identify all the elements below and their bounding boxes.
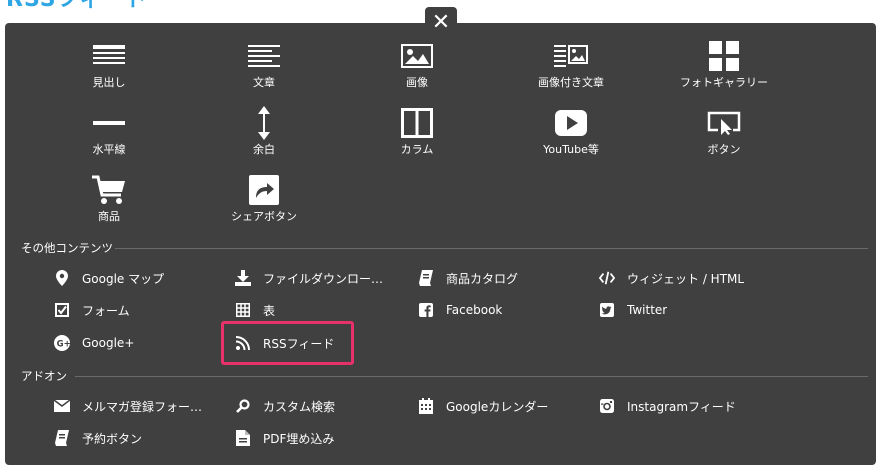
grid-item-label: YouTube等 xyxy=(543,143,599,156)
list-item-label: フォーム xyxy=(82,303,130,318)
list-item-label: Twitter xyxy=(627,303,668,317)
list-item-form[interactable]: フォーム xyxy=(54,299,130,321)
grid-item-spacer[interactable]: 余白 xyxy=(189,105,339,167)
image-icon xyxy=(401,38,433,74)
download-icon xyxy=(235,270,251,286)
list-item-label: Googleカレンダー xyxy=(446,399,549,414)
grid-item-label: ボタン xyxy=(707,143,741,156)
column-icon xyxy=(401,105,433,141)
list-item-label: Google+ xyxy=(82,336,135,350)
grid-item-product[interactable]: 商品 xyxy=(34,172,184,234)
element-picker-panel: 見出し 文章 画像 画像付き文章 フォトギャラリー 水平線 余白 カラム You… xyxy=(5,23,876,465)
gallery-icon xyxy=(709,38,739,74)
table-icon xyxy=(235,302,251,318)
list-item-label: Instagramフィード xyxy=(627,399,736,414)
list-item-pdf-embed[interactable]: PDF埋め込み xyxy=(235,427,334,449)
list-item-google-map[interactable]: Google マップ xyxy=(54,267,164,289)
share-icon xyxy=(249,172,279,208)
svg-text:G+: G+ xyxy=(57,339,70,349)
play-icon xyxy=(555,105,587,141)
grid-item-heading[interactable]: 見出し xyxy=(34,38,184,100)
grid-item-label: カラム xyxy=(400,143,434,156)
list-item-label: Facebook xyxy=(446,303,503,317)
heading-icon xyxy=(93,38,125,74)
image-text-icon xyxy=(554,38,588,74)
page-title: RSSフィード xyxy=(6,0,148,14)
grid-item-photo-gallery[interactable]: フォトギャラリー xyxy=(649,38,799,100)
list-item-label: ファイルダウンロー… xyxy=(263,271,384,286)
list-item-twitter[interactable]: Twitter xyxy=(599,299,667,321)
grid-item-label: フォトギャラリー xyxy=(680,76,768,89)
section-title-other: その他コンテンツ xyxy=(21,241,113,255)
instagram-icon xyxy=(599,398,615,414)
grid-item-label: 水平線 xyxy=(92,143,126,156)
list-item-google-plus[interactable]: G+ Google+ xyxy=(54,332,134,354)
section-title-addon: アドオン xyxy=(21,369,67,383)
grid-item-label: 文章 xyxy=(253,76,275,89)
calendar-icon xyxy=(418,398,434,414)
list-item-instagram-feed[interactable]: Instagramフィード xyxy=(599,395,736,417)
grid-item-image-text[interactable]: 画像付き文章 xyxy=(496,38,646,100)
mail-icon xyxy=(54,398,70,414)
list-item-label: 商品カタログ xyxy=(446,271,519,286)
list-item-facebook[interactable]: Facebook xyxy=(418,299,502,321)
close-button[interactable]: ✕ xyxy=(425,7,457,39)
list-item-label: 表 xyxy=(263,303,276,318)
grid-item-share-button[interactable]: シェアボタン xyxy=(189,172,339,234)
section-divider xyxy=(115,248,868,249)
list-item-label: Google マップ xyxy=(82,271,165,286)
horizontal-line-icon xyxy=(93,105,125,141)
grid-item-horizontal-line[interactable]: 水平線 xyxy=(34,105,184,167)
section-divider xyxy=(75,376,868,377)
twitter-icon xyxy=(599,302,615,318)
grid-item-label: 画像 xyxy=(406,76,428,89)
list-item-custom-search[interactable]: カスタム検索 xyxy=(235,395,335,417)
book-icon xyxy=(54,430,70,446)
list-item-label: PDF埋め込み xyxy=(263,431,335,446)
grid-item-label: 画像付き文章 xyxy=(538,76,604,89)
checkbox-icon xyxy=(54,302,70,318)
google-plus-icon: G+ xyxy=(54,335,70,351)
list-item-widget-html[interactable]: ウィジェット / HTML xyxy=(599,267,744,289)
list-item-label: ウィジェット / HTML xyxy=(627,271,745,286)
grid-item-label: 余白 xyxy=(253,143,275,156)
list-item-label: RSSフィード xyxy=(263,336,335,351)
facebook-icon xyxy=(418,302,434,318)
list-item-table[interactable]: 表 xyxy=(235,299,275,321)
list-item-label: メルマガ登録フォー… xyxy=(82,399,203,414)
search-icon xyxy=(235,398,251,414)
vertical-arrows-icon xyxy=(257,105,271,141)
list-item-label: 予約ボタン xyxy=(82,431,143,446)
cart-icon xyxy=(92,172,126,208)
rss-icon xyxy=(235,335,251,351)
grid-item-column[interactable]: カラム xyxy=(342,105,492,167)
list-item-newsletter-form[interactable]: メルマガ登録フォー… xyxy=(54,395,202,417)
grid-item-label: 商品 xyxy=(98,210,120,223)
list-item-file-download[interactable]: ファイルダウンロー… xyxy=(235,267,383,289)
map-pin-icon xyxy=(54,270,70,286)
grid-item-image[interactable]: 画像 xyxy=(342,38,492,100)
cursor-button-icon xyxy=(707,105,741,141)
grid-item-button[interactable]: ボタン xyxy=(649,105,799,167)
list-item-label: カスタム検索 xyxy=(263,399,336,414)
list-item-rss-feed[interactable]: RSSフィード xyxy=(235,332,334,354)
grid-item-label: シェアボタン xyxy=(231,210,297,223)
pdf-icon xyxy=(235,430,251,446)
grid-item-text[interactable]: 文章 xyxy=(189,38,339,100)
list-item-product-catalog[interactable]: 商品カタログ xyxy=(418,267,518,289)
list-item-reservation-button[interactable]: 予約ボタン xyxy=(54,427,142,449)
text-icon xyxy=(248,38,280,74)
list-item-google-calendar[interactable]: Googleカレンダー xyxy=(418,395,548,417)
grid-item-label: 見出し xyxy=(92,76,126,89)
code-icon xyxy=(599,270,615,286)
grid-item-youtube[interactable]: YouTube等 xyxy=(496,105,646,167)
catalog-icon xyxy=(418,270,434,286)
